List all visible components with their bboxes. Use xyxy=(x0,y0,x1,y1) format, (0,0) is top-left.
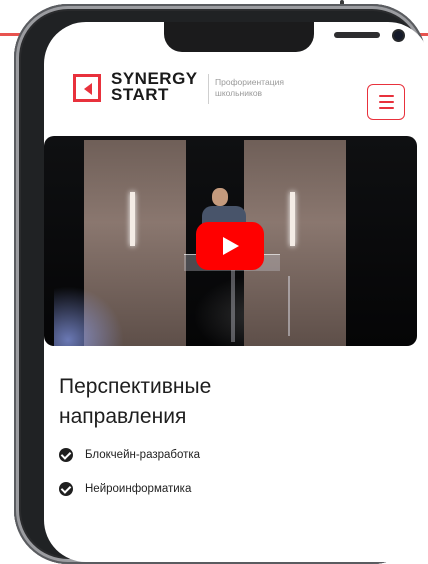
hamburger-icon-line xyxy=(379,107,394,109)
brand-tagline: Профориентация школьников xyxy=(215,77,325,99)
list-item: Блокчейн-разработка xyxy=(59,444,399,478)
menu-button[interactable] xyxy=(367,84,405,120)
brand-logo-icon xyxy=(73,74,101,102)
check-circle-icon xyxy=(59,482,73,496)
brand-name: SYNERGY START xyxy=(111,70,201,104)
section-title-line1: Перспективные xyxy=(59,375,212,398)
side-stand xyxy=(288,276,290,336)
site-header: SYNERGY START Профориентация школьников xyxy=(44,62,428,126)
phone-screen: SYNERGY START Профориентация школьников xyxy=(44,22,428,562)
brand-tagline-line1: Профориентация xyxy=(215,77,284,87)
hamburger-icon-line xyxy=(379,101,394,103)
brand-name-line2: START xyxy=(111,85,169,104)
podium-stand xyxy=(231,270,235,342)
list-item-label: Нейроинформатика xyxy=(85,483,192,495)
stage-spotlight xyxy=(54,286,124,346)
stage-light-strip xyxy=(290,192,295,246)
check-circle-icon xyxy=(59,448,73,462)
speaker-head xyxy=(212,188,228,206)
video-player[interactable] xyxy=(44,136,417,346)
play-icon[interactable] xyxy=(196,222,264,270)
section-title: Перспективные направления xyxy=(59,372,399,432)
section-title-line2: направления xyxy=(59,405,187,428)
front-camera xyxy=(394,31,403,40)
brand-tagline-line2: школьников xyxy=(215,88,263,98)
stage-light-strip xyxy=(130,192,135,246)
directions-list: Блокчейн-разработка Нейроинформатика xyxy=(59,444,399,512)
brand-logo[interactable]: SYNERGY START Профориентация школьников xyxy=(73,70,284,106)
phone-notch xyxy=(164,22,403,52)
hamburger-icon xyxy=(379,95,394,97)
phone-frame: SYNERGY START Профориентация школьников xyxy=(14,4,428,564)
logo-divider xyxy=(208,74,209,104)
list-item: Нейроинформатика xyxy=(59,478,399,512)
speaker-grille xyxy=(334,32,380,38)
directions-section: Перспективные направления Блокчейн-разра… xyxy=(59,372,399,512)
list-item-label: Блокчейн-разработка xyxy=(85,449,201,461)
